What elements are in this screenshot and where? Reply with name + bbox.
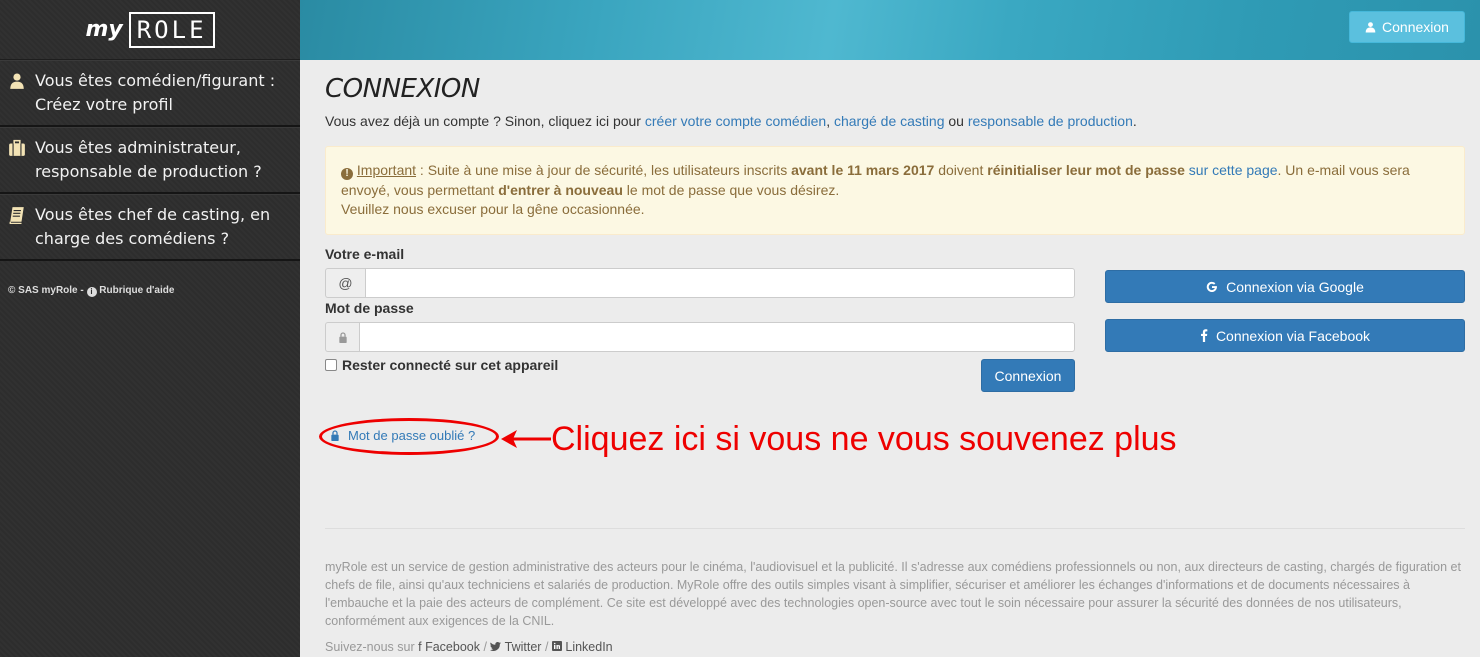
- header-login-button[interactable]: Connexion: [1349, 11, 1465, 43]
- password-input-group: [325, 322, 1075, 352]
- follow-links: Suivez-nous sur f Facebook / Twitter / L…: [325, 640, 613, 654]
- login-form: Votre e-mail @ Mot de passe Rester conne…: [325, 246, 1075, 392]
- password-label: Mot de passe: [325, 300, 414, 316]
- follow-twitter-link[interactable]: Twitter: [505, 640, 542, 654]
- sidebar: my ROLE Vous êtes comédien/figurant : Cr…: [0, 0, 300, 657]
- alert-important: Important: [356, 162, 417, 178]
- create-actor-link[interactable]: créer votre compte comédien: [645, 113, 826, 129]
- page-title: CONNEXION: [325, 74, 480, 104]
- sidebar-item-label: Vous êtes comédien/figurant : Créez votr…: [35, 71, 276, 114]
- info-circle-icon: !: [341, 168, 353, 180]
- help-link[interactable]: Rubrique d'aide: [99, 285, 174, 296]
- remember-label: Rester connecté sur cet appareil: [342, 357, 559, 373]
- sidebar-item-casting[interactable]: Vous êtes chef de casting, en charge des…: [0, 194, 300, 261]
- sidebar-item-label: Vous êtes administrateur, responsable de…: [35, 138, 262, 181]
- forgot-password-link[interactable]: Mot de passe oublié ?: [330, 428, 475, 443]
- follow-facebook-link[interactable]: Facebook: [425, 640, 480, 654]
- user-icon: [10, 73, 24, 89]
- top-banner: Connexion: [300, 0, 1480, 60]
- security-alert: ! Important : Suite à une mise à jour de…: [325, 146, 1465, 235]
- facebook-login-label: Connexion via Facebook: [1215, 327, 1371, 344]
- facebook-login-button[interactable]: Connexion via Facebook: [1105, 319, 1465, 352]
- user-icon: [1365, 22, 1376, 33]
- alert-apology: Veuillez nous excuser pour la gêne occas…: [341, 201, 645, 217]
- annotation-text: Cliquez ici si vous ne vous souvenez plu…: [551, 420, 1177, 458]
- book-icon: [9, 207, 24, 224]
- facebook-icon: f: [418, 640, 422, 654]
- logo-role: ROLE: [128, 11, 215, 48]
- create-casting-link[interactable]: chargé de casting: [834, 113, 945, 129]
- sidebar-item-label: Vous êtes chef de casting, en charge des…: [35, 205, 271, 248]
- lock-icon: [325, 322, 359, 352]
- reset-password-link[interactable]: sur cette page: [1189, 162, 1278, 178]
- linkedin-icon: [551, 641, 562, 651]
- sidebar-item-admin[interactable]: Vous êtes administrateur, responsable de…: [0, 127, 300, 194]
- email-field[interactable]: [365, 268, 1075, 298]
- main-content: CONNEXION Vous avez déjà un compte ? Sin…: [319, 60, 1465, 654]
- logo-my: my: [85, 17, 123, 42]
- login-button[interactable]: Connexion: [981, 359, 1075, 392]
- lock-icon: [331, 430, 339, 441]
- about-text: myRole est un service de gestion adminis…: [325, 560, 1461, 628]
- briefcase-icon: [9, 139, 25, 156]
- google-login-button[interactable]: Connexion via Google: [1105, 270, 1465, 303]
- logo[interactable]: my ROLE: [0, 0, 300, 60]
- copyright: © SAS myRole -: [8, 285, 84, 296]
- footer-divider: [325, 528, 1465, 529]
- sidebar-footer: © SAS myRole - i Rubrique d'aide: [0, 261, 300, 321]
- at-icon: @: [325, 268, 365, 298]
- remember-row[interactable]: Rester connecté sur cet appareil: [325, 357, 1075, 373]
- sidebar-item-actor[interactable]: Vous êtes comédien/figurant : Créez votr…: [0, 60, 300, 127]
- email-label: Votre e-mail: [325, 246, 405, 262]
- annotation-arrow: [501, 430, 551, 448]
- password-field[interactable]: [359, 322, 1075, 352]
- forgot-password-label: Mot de passe oublié ?: [348, 428, 476, 443]
- follow-linkedin-link[interactable]: LinkedIn: [565, 640, 612, 654]
- info-icon: i: [86, 287, 97, 297]
- email-input-group: @: [325, 268, 1075, 298]
- google-login-label: Connexion via Google: [1226, 278, 1364, 295]
- google-icon: [1206, 281, 1218, 292]
- header-login-label: Connexion: [1382, 19, 1449, 35]
- remember-checkbox[interactable]: [325, 359, 337, 371]
- create-production-link[interactable]: responsable de production: [968, 113, 1133, 129]
- facebook-icon: [1200, 329, 1208, 342]
- twitter-icon: [490, 642, 502, 651]
- intro-text: Vous avez déjà un compte ? Sinon, clique…: [325, 113, 1137, 129]
